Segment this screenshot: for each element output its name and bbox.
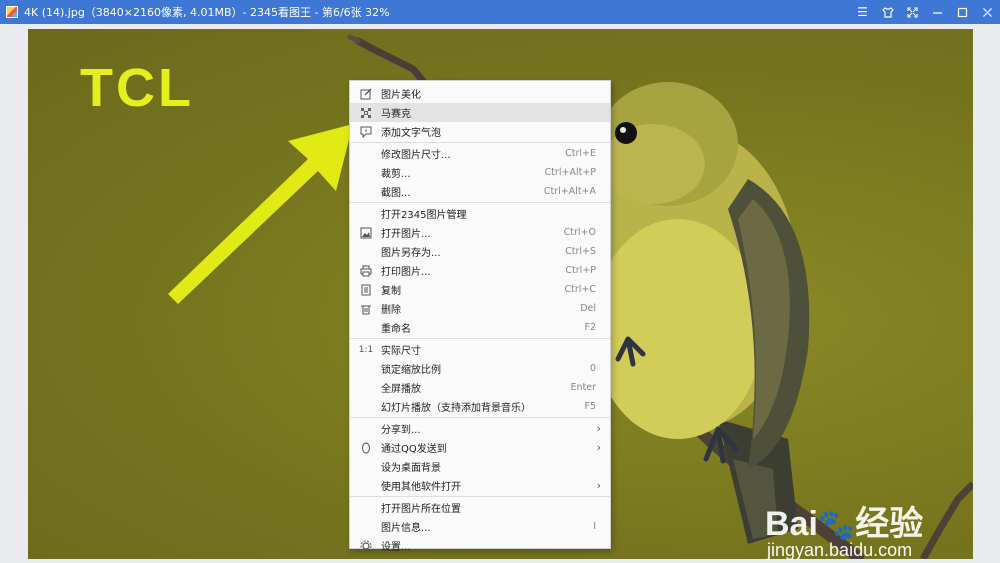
close-icon[interactable] <box>975 0 1000 24</box>
pointer-arrow <box>168 124 353 304</box>
gear-icon <box>359 539 373 552</box>
menu-item-shortcut: F2 <box>584 322 596 333</box>
menu-icon[interactable]: ☰ <box>850 0 875 24</box>
menu-item-shortcut: Enter <box>570 382 597 393</box>
watermark-url: jingyan.baidu.com <box>767 540 913 560</box>
menu-item-shortcut: Ctrl+E <box>565 148 596 159</box>
chevron-right-icon: › <box>596 441 601 454</box>
menu-item[interactable]: 打开2345图片管理 <box>350 204 610 223</box>
menu-item-label: 设置... <box>381 542 411 553</box>
menu-item-shortcut: Ctrl+Alt+A <box>543 186 596 197</box>
trash-icon <box>359 302 373 315</box>
menu-item-label: 锁定缩放比例 <box>381 365 441 376</box>
menu-item[interactable]: 通过QQ发送到 › <box>350 438 610 457</box>
watermark-brand-cn: 经验 <box>855 505 924 543</box>
edit-icon <box>359 87 373 100</box>
menu-item-label: 复制 <box>381 286 401 297</box>
copy-icon <box>359 283 373 296</box>
menu-separator <box>350 142 610 143</box>
actual-size-icon: 1:1 <box>358 344 374 355</box>
mosaic-icon <box>359 106 373 119</box>
menu-item-shortcut: Del <box>580 303 596 314</box>
chevron-right-icon: › <box>596 479 601 492</box>
menu-item-label: 全屏播放 <box>381 384 421 395</box>
menu-item[interactable]: 幻灯片播放（支持添加背景音乐） F5 <box>350 397 610 416</box>
menu-item-label: 打开图片... <box>381 229 431 240</box>
menu-item[interactable]: 打开图片... Ctrl+O <box>350 223 610 242</box>
menu-item-label: 幻灯片播放（支持添加背景音乐） <box>381 403 531 414</box>
menu-item-label: 实际尺寸 <box>381 346 421 357</box>
menu-item[interactable]: 图片信息... I <box>350 517 610 536</box>
menu-separator <box>350 496 610 497</box>
printer-icon <box>359 264 373 277</box>
chevron-right-icon: › <box>596 422 601 435</box>
menu-item-label: 重命名 <box>381 324 411 335</box>
menu-item-label: 删除 <box>381 305 401 316</box>
menu-item[interactable]: 打印图片... Ctrl+P <box>350 261 610 280</box>
menu-item[interactable]: 图片另存为... Ctrl+S <box>350 242 610 261</box>
menu-item[interactable]: 设置... <box>350 536 610 555</box>
menu-separator <box>350 202 610 203</box>
watermark-brand: Bai <box>765 505 818 543</box>
menu-item-shortcut: 0 <box>589 363 596 374</box>
menu-item-label: 分享到... <box>381 425 421 436</box>
menu-item-shortcut: Ctrl+O <box>563 227 596 238</box>
menu-item-shortcut: Ctrl+S <box>565 246 596 257</box>
menu-item-label: 裁剪... <box>381 169 411 180</box>
menu-item-label: 添加文字气泡 <box>381 128 441 139</box>
window-controls: ☰ <box>850 0 1000 24</box>
menu-item-label: 设为桌面背景 <box>381 463 441 474</box>
menu-item[interactable]: 分享到... › <box>350 419 610 438</box>
tcl-logo: TCL <box>80 58 194 118</box>
menu-item[interactable]: 锁定缩放比例 0 <box>350 359 610 378</box>
menu-item-label: 图片美化 <box>381 90 421 101</box>
menu-item-shortcut: Ctrl+Alt+P <box>544 167 596 178</box>
app-logo-icon <box>6 6 18 18</box>
image-icon <box>359 226 373 239</box>
menu-item-label: 使用其他软件打开 <box>381 482 461 493</box>
menu-item[interactable]: 1:1 实际尺寸 <box>350 340 610 359</box>
menu-item-label: 通过QQ发送到 <box>381 444 447 455</box>
menu-item-label: 图片信息... <box>381 523 431 534</box>
menu-item-label: 马赛克 <box>381 109 411 120</box>
menu-separator <box>350 417 610 418</box>
menu-item-label: 打开图片所在位置 <box>381 504 461 515</box>
skin-icon[interactable] <box>875 0 900 24</box>
menu-item[interactable]: 图片美化 <box>350 84 610 103</box>
menu-item[interactable]: 使用其他软件打开 › <box>350 476 610 495</box>
fullscreen-icon[interactable] <box>900 0 925 24</box>
menu-item-shortcut: Ctrl+P <box>565 265 596 276</box>
menu-item[interactable]: 复制 Ctrl+C <box>350 280 610 299</box>
minimize-icon[interactable] <box>925 0 950 24</box>
text-bubble-icon <box>359 125 373 138</box>
menu-item[interactable]: 裁剪... Ctrl+Alt+P <box>350 163 610 182</box>
menu-item[interactable]: 设为桌面背景 <box>350 457 610 476</box>
qq-icon <box>359 441 373 454</box>
title-bar: 4K (14).jpg（3840×2160像素, 4.01MB）- 2345看图… <box>0 0 1000 24</box>
menu-item-label: 打印图片... <box>381 267 431 278</box>
menu-item-shortcut: F5 <box>584 401 596 412</box>
menu-item-label: 图片另存为... <box>381 248 441 259</box>
menu-item-label: 修改图片尺寸... <box>381 150 451 161</box>
menu-separator <box>350 338 610 339</box>
menu-item[interactable]: 截图... Ctrl+Alt+A <box>350 182 610 201</box>
menu-item-shortcut: Ctrl+C <box>564 284 597 295</box>
paw-icon: 🐾 <box>817 509 856 542</box>
context-menu: 图片美化马赛克添加文字气泡 修改图片尺寸... Ctrl+E 裁剪... Ctrl+Al… <box>349 80 611 553</box>
menu-item[interactable]: 修改图片尺寸... Ctrl+E <box>350 144 610 163</box>
menu-item[interactable]: 打开图片所在位置 <box>350 498 610 517</box>
menu-item[interactable]: 马赛克 <box>350 103 610 122</box>
menu-item[interactable]: 添加文字气泡 <box>350 122 610 141</box>
menu-item[interactable]: 全屏播放 Enter <box>350 378 610 397</box>
maximize-icon[interactable] <box>950 0 975 24</box>
menu-item-label: 打开2345图片管理 <box>381 210 467 221</box>
menu-item-label: 截图... <box>381 188 411 199</box>
window-title: 4K (14).jpg（3840×2160像素, 4.01MB）- 2345看图… <box>24 6 390 19</box>
menu-item-shortcut: I <box>593 521 596 532</box>
menu-item[interactable]: 重命名 F2 <box>350 318 610 337</box>
menu-item[interactable]: 删除 Del <box>350 299 610 318</box>
